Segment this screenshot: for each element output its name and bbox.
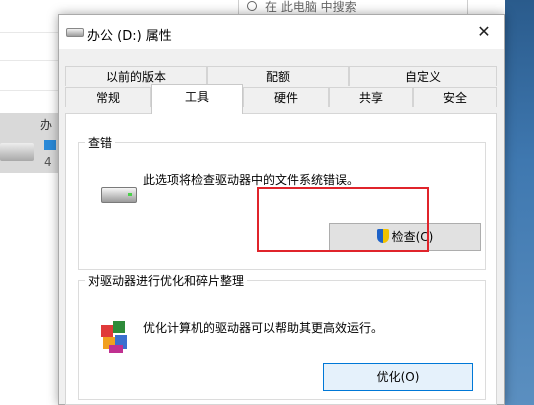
error-check-description: 此选项将检查驱动器中的文件系统错误。 bbox=[143, 173, 360, 187]
highlight-box bbox=[257, 187, 429, 252]
tab-tools[interactable]: 工具 bbox=[151, 84, 243, 114]
search-icon bbox=[247, 1, 257, 11]
group-title: 查错 bbox=[85, 134, 116, 151]
explorer-drive-label: 办 bbox=[40, 118, 53, 132]
hard-drive-icon bbox=[101, 187, 137, 203]
desktop-background bbox=[505, 0, 534, 405]
tab-previous-versions[interactable]: 以前的版本 bbox=[65, 66, 207, 86]
tab-general[interactable]: 常规 bbox=[65, 87, 151, 107]
list-divider bbox=[0, 60, 58, 61]
group-title: 对驱动器进行优化和碎片整理 bbox=[85, 272, 248, 289]
optimize-description: 优化计算机的驱动器可以帮助其更高效运行。 bbox=[143, 321, 384, 335]
explorer-drive-size: 4 bbox=[44, 155, 52, 169]
dialog-title: 办公 (D:) 属性 bbox=[87, 29, 172, 44]
defrag-icon bbox=[101, 321, 131, 355]
drive-icon bbox=[0, 143, 34, 161]
list-divider bbox=[0, 32, 58, 33]
dialog-titlebar[interactable]: 办公 (D:) 属性 ✕ bbox=[59, 15, 504, 49]
explorer-left-pane bbox=[0, 20, 58, 405]
drive-icon bbox=[66, 28, 84, 37]
drive-usage-bar bbox=[44, 140, 56, 150]
tools-panel: 查错 此选项将检查驱动器中的文件系统错误。 检查(C) 对驱动器进行优化和碎片整… bbox=[65, 113, 497, 405]
search-placeholder: 在 此电脑 中搜索 bbox=[265, 0, 357, 14]
close-icon[interactable]: ✕ bbox=[464, 15, 504, 49]
tab-security[interactable]: 安全 bbox=[413, 87, 497, 107]
optimize-group: 对驱动器进行优化和碎片整理 优化计算机的驱动器可以帮助其更高效运行。 优化(O) bbox=[78, 272, 486, 400]
tab-quota[interactable]: 配额 bbox=[207, 66, 349, 86]
optimize-button[interactable]: 优化(O) bbox=[323, 363, 473, 391]
tab-customize[interactable]: 自定义 bbox=[349, 66, 497, 86]
list-divider bbox=[0, 90, 58, 91]
tab-sharing[interactable]: 共享 bbox=[329, 87, 413, 107]
tab-hardware[interactable]: 硬件 bbox=[243, 87, 329, 107]
